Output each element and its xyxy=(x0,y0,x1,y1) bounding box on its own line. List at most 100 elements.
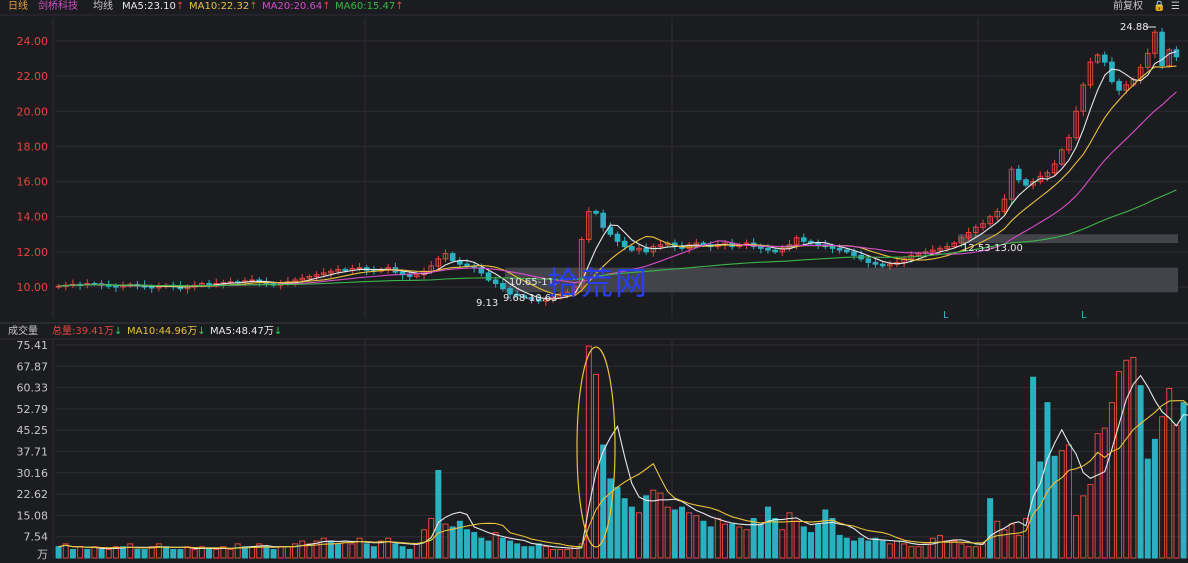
ma20-line xyxy=(58,91,1177,287)
volume-bar xyxy=(535,543,542,559)
price-tick-label: 16.00 xyxy=(17,176,49,189)
volume-bar xyxy=(1044,402,1051,559)
volume-bar xyxy=(915,546,922,559)
volume-bar xyxy=(249,546,256,559)
volume-bar xyxy=(284,546,291,559)
volume-bar xyxy=(464,529,471,559)
adjust-mode-button[interactable]: 前复权 xyxy=(1113,0,1143,14)
volume-bar xyxy=(764,506,771,559)
candle-body xyxy=(629,246,635,251)
volume-tick-label: 75.41 xyxy=(17,339,49,352)
volume-bar xyxy=(299,540,306,559)
price-annotation: L xyxy=(1081,310,1087,321)
volume-bar xyxy=(507,540,514,559)
candle-body xyxy=(872,261,879,265)
volume-bar xyxy=(442,523,449,559)
volume-bar xyxy=(628,506,635,559)
volume-bar xyxy=(1116,371,1123,559)
volume-bar xyxy=(1101,427,1108,559)
volume-bar xyxy=(170,549,177,559)
candle-body xyxy=(758,246,764,249)
volume-bar xyxy=(743,529,750,559)
lock-icon[interactable]: 🔒 xyxy=(1153,0,1165,14)
volume-ma10: MA10:44.96万↓ xyxy=(127,326,206,337)
volume-bar xyxy=(1080,495,1087,559)
price-tick-label: 24.00 xyxy=(17,35,49,48)
candle-body xyxy=(772,249,778,253)
volume-bar xyxy=(779,529,786,559)
volume-bar xyxy=(542,546,549,559)
volume-bar xyxy=(865,540,872,559)
candle-body xyxy=(815,242,821,246)
volume-ma5: MA5:48.47万↓ xyxy=(210,326,283,337)
volume-bar xyxy=(643,495,650,559)
candle-body xyxy=(148,286,155,289)
price-annotation: 24.88 xyxy=(1120,22,1149,33)
indicator-label[interactable]: 均线 xyxy=(93,0,113,14)
volume-bar xyxy=(141,549,148,559)
volume-bar xyxy=(392,543,399,559)
candle-body xyxy=(843,249,850,253)
volume-bar xyxy=(936,534,943,559)
volume-bar xyxy=(686,512,693,559)
volume-bar xyxy=(908,546,915,559)
price-annotation: 9.13 xyxy=(476,298,498,309)
volume-bar xyxy=(721,523,728,559)
candle-body xyxy=(464,263,470,267)
volume-bar xyxy=(736,526,743,559)
volume-bar xyxy=(163,546,170,559)
volume-bar xyxy=(714,517,721,559)
volume-tick-label: 30.16 xyxy=(17,467,49,480)
volume-bar xyxy=(77,546,84,559)
volume-bar xyxy=(786,512,793,559)
volume-bar xyxy=(499,537,506,559)
volume-bar xyxy=(700,520,707,559)
volume-bar xyxy=(607,478,614,559)
candle-body xyxy=(406,274,413,277)
volume-bar xyxy=(91,546,98,559)
volume-tick-label: 60.33 xyxy=(17,382,49,395)
volume-bar xyxy=(1030,376,1037,559)
volume-bar xyxy=(671,509,678,559)
volume-bar xyxy=(84,549,91,559)
volume-bar xyxy=(449,526,456,559)
volume-bar xyxy=(1058,450,1065,559)
volume-title: 成交量 xyxy=(8,326,38,337)
menu-icon[interactable]: ☰ xyxy=(1171,0,1180,14)
volume-bar xyxy=(815,523,822,559)
volume-bar xyxy=(807,532,814,559)
volume-bar xyxy=(944,540,951,559)
volume-bar xyxy=(664,506,671,559)
volume-bar xyxy=(1108,402,1115,559)
volume-tick-label: 37.71 xyxy=(17,445,49,458)
candle-body xyxy=(879,263,886,267)
volume-bar xyxy=(958,543,965,559)
watermark: 拾荒网 xyxy=(547,264,650,302)
stock-name: 剑桥科技 xyxy=(38,1,78,12)
price-tick-label: 22.00 xyxy=(17,70,49,83)
volume-bar xyxy=(929,537,936,559)
volume-bar xyxy=(105,549,112,559)
volume-bar xyxy=(471,532,478,559)
volume-tick-label: 万 xyxy=(37,548,48,561)
volume-bar xyxy=(994,520,1001,559)
period-label[interactable]: 日线 xyxy=(8,0,28,14)
price-tick-label: 10.00 xyxy=(17,281,49,294)
candle-body xyxy=(492,279,499,284)
volume-bar xyxy=(363,543,370,559)
volume-bar xyxy=(901,543,908,559)
candle-body xyxy=(356,267,363,270)
candle-body xyxy=(206,282,212,285)
volume-spike-highlight xyxy=(576,346,616,548)
volume-bar xyxy=(1137,385,1144,559)
volume-bar xyxy=(729,523,736,559)
volume-bar xyxy=(1123,359,1130,559)
volume-bar xyxy=(270,549,277,559)
volume-bar xyxy=(965,546,972,559)
volume-tick-label: 52.79 xyxy=(17,403,49,416)
volume-bar xyxy=(213,549,220,559)
volume-bar xyxy=(421,529,428,559)
volume-bar xyxy=(829,517,836,559)
candle-body xyxy=(614,233,621,242)
candle-body xyxy=(851,251,857,256)
